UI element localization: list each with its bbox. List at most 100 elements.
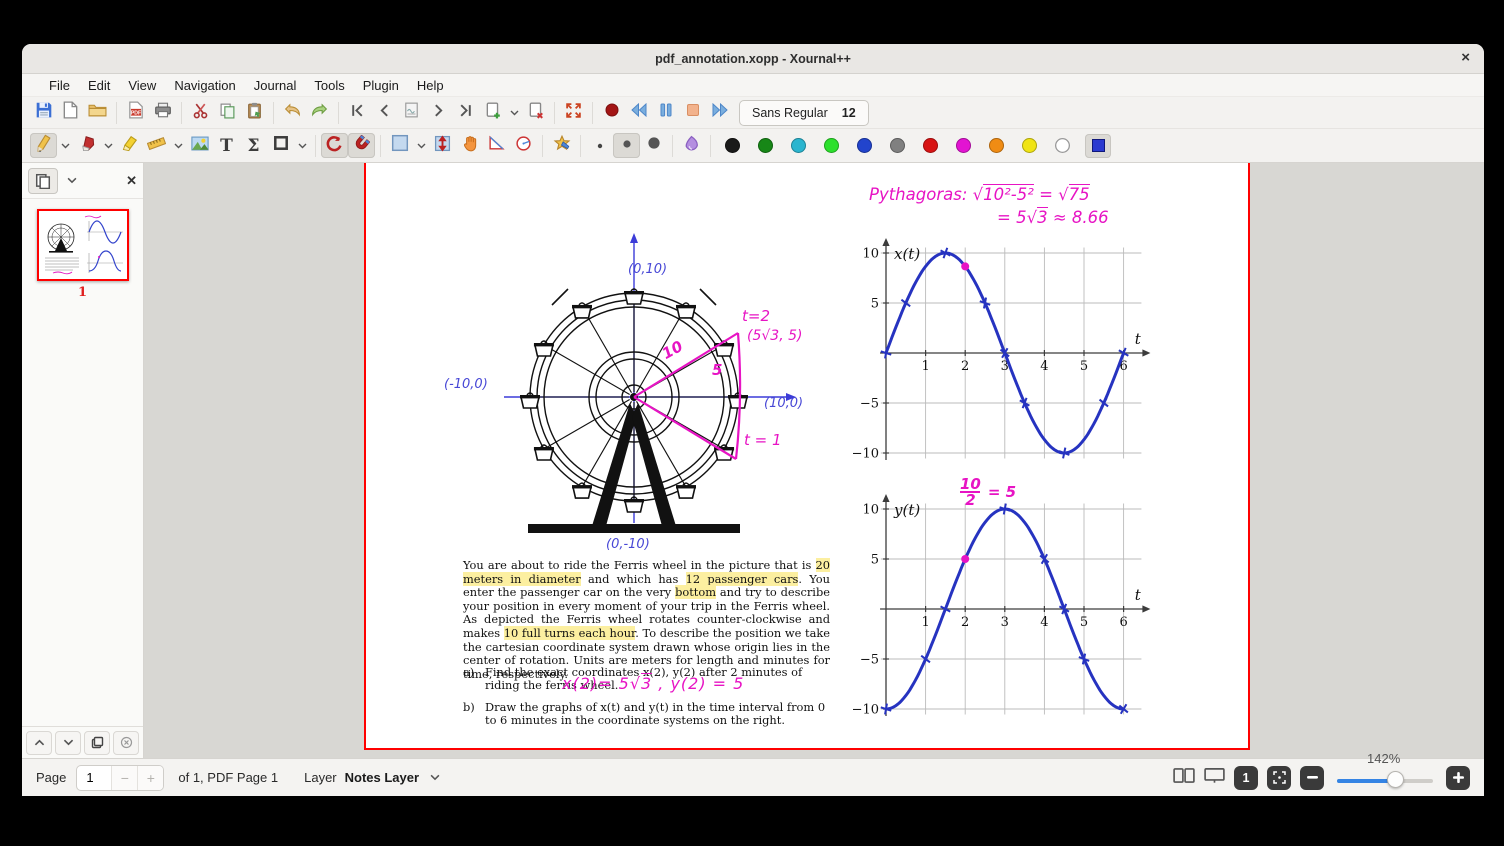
- select-region-dropdown[interactable]: [413, 133, 429, 158]
- sidebar-down-button[interactable]: [55, 730, 81, 755]
- shape-options-dropdown[interactable]: [170, 133, 186, 158]
- stop-button[interactable]: [679, 100, 706, 125]
- sidebar-up-button[interactable]: [26, 730, 52, 755]
- paste-button[interactable]: [241, 100, 268, 125]
- rewind-button[interactable]: [625, 100, 652, 125]
- dual-page-view-button[interactable]: [1173, 767, 1195, 789]
- eraser-options-dropdown[interactable]: [100, 133, 116, 158]
- add-page-dropdown[interactable]: [506, 100, 522, 125]
- presentation-mode-button[interactable]: [1204, 767, 1225, 789]
- select-options-dropdown[interactable]: [294, 133, 310, 158]
- color-lime[interactable]: [824, 138, 839, 153]
- compass-tool-button[interactable]: [510, 133, 537, 158]
- copy-button[interactable]: [214, 100, 241, 125]
- setsquare-tool-button[interactable]: [483, 133, 510, 158]
- undo-button[interactable]: [279, 100, 306, 125]
- color-black[interactable]: [725, 138, 740, 153]
- thickness-thick-button[interactable]: [640, 133, 667, 158]
- delete-page-button[interactable]: [522, 100, 549, 125]
- select-region-button[interactable]: [386, 133, 413, 158]
- fill-tool-button[interactable]: [678, 133, 705, 158]
- page-increment-button[interactable]: +: [137, 765, 164, 790]
- color-orange[interactable]: [989, 138, 1004, 153]
- next-page-button[interactable]: [425, 100, 452, 125]
- pen-tool-button[interactable]: [30, 133, 57, 158]
- cut-button[interactable]: [187, 100, 214, 125]
- zoom-100-button[interactable]: 1: [1234, 765, 1258, 790]
- menu-navigation[interactable]: Navigation: [165, 78, 244, 93]
- sidebar-duplicate-button[interactable]: [84, 730, 110, 755]
- ruler-tool-button[interactable]: [143, 133, 170, 158]
- color-white[interactable]: [1055, 138, 1070, 153]
- document-canvas[interactable]: (0,10) (-10,0) (10,0) (0,-10) t=2 (5√3, …: [144, 163, 1484, 758]
- menu-plugin[interactable]: Plugin: [354, 78, 408, 93]
- pause-button[interactable]: [652, 100, 679, 125]
- first-page-button[interactable]: [344, 100, 371, 125]
- page-thumbnail[interactable]: [36, 209, 129, 281]
- zoom-slider[interactable]: 142%: [1337, 751, 1433, 793]
- export-pdf-button[interactable]: PDF: [122, 100, 149, 125]
- scissors-icon: [192, 102, 209, 124]
- new-document-button[interactable]: [57, 100, 84, 125]
- eraser-tool-button[interactable]: [73, 133, 100, 158]
- image-tool-button[interactable]: [186, 133, 213, 158]
- open-button[interactable]: [84, 100, 111, 125]
- save-button[interactable]: [30, 100, 57, 125]
- page-number-input[interactable]: [77, 770, 112, 785]
- sidebar-delete-button[interactable]: [113, 730, 139, 755]
- goto-page-button[interactable]: [398, 100, 425, 125]
- default-tools-button[interactable]: [548, 133, 575, 158]
- zoom-fit-button[interactable]: [1267, 765, 1291, 790]
- color-blue[interactable]: [857, 138, 872, 153]
- color-chooser-button[interactable]: [1085, 133, 1111, 158]
- add-page-button[interactable]: [479, 100, 506, 125]
- zoom-slider-thumb[interactable]: [1387, 770, 1404, 788]
- window-close-button[interactable]: ×: [1461, 49, 1470, 66]
- menu-journal[interactable]: Journal: [245, 78, 306, 93]
- wheel-annotation-height: 5: [712, 361, 723, 379]
- thickness-medium-button[interactable]: [613, 133, 640, 158]
- previous-page-button[interactable]: [371, 100, 398, 125]
- layer-dropdown-icon[interactable]: [427, 765, 443, 790]
- text-tool-button[interactable]: T: [213, 133, 240, 158]
- font-selector[interactable]: Sans Regular 12: [739, 99, 869, 126]
- color-yellow[interactable]: [1022, 138, 1037, 153]
- menu-file[interactable]: File: [40, 78, 79, 93]
- shape-recognizer-button[interactable]: [321, 133, 348, 158]
- last-page-button[interactable]: [452, 100, 479, 125]
- color-red[interactable]: [923, 138, 938, 153]
- color-gray[interactable]: [890, 138, 905, 153]
- undo-icon: [283, 102, 302, 123]
- pen-options-dropdown[interactable]: [57, 133, 73, 158]
- snapping-button[interactable]: [348, 133, 375, 158]
- redo-button[interactable]: [306, 100, 333, 125]
- menu-help[interactable]: Help: [408, 78, 453, 93]
- sidebar-close-button[interactable]: ✕: [126, 173, 137, 189]
- wheel-annotation-t1: t = 1: [744, 431, 782, 449]
- color-cyan[interactable]: [791, 138, 806, 153]
- color-magenta[interactable]: [956, 138, 971, 153]
- hand-tool-button[interactable]: [456, 133, 483, 158]
- fullscreen-button[interactable]: [560, 100, 587, 125]
- print-button[interactable]: [149, 100, 176, 125]
- forward-button[interactable]: [706, 100, 733, 125]
- tex-tool-button[interactable]: Σ: [240, 133, 267, 158]
- main-toolbar: PDF Sans Regular 12: [22, 97, 1484, 129]
- menu-edit[interactable]: Edit: [79, 78, 119, 93]
- zoom-out-button[interactable]: [1300, 765, 1324, 790]
- sidebar-pages-tab[interactable]: [28, 167, 58, 194]
- menu-tools[interactable]: Tools: [305, 78, 353, 93]
- color-green[interactable]: [758, 138, 773, 153]
- select-rect-tool-button[interactable]: [267, 133, 294, 158]
- fullscreen-icon: [565, 102, 582, 124]
- thickness-fine-button[interactable]: [586, 133, 613, 158]
- vertical-space-button[interactable]: [429, 133, 456, 158]
- record-button[interactable]: [598, 100, 625, 125]
- menu-view[interactable]: View: [119, 78, 165, 93]
- page-decrement-button[interactable]: −: [111, 765, 138, 790]
- highlighter-tool-button[interactable]: [116, 133, 143, 158]
- sidebar-dropdown[interactable]: [64, 168, 80, 193]
- zoom-in-button[interactable]: [1446, 765, 1470, 790]
- pdf-page[interactable]: (0,10) (-10,0) (10,0) (0,-10) t=2 (5√3, …: [364, 163, 1250, 750]
- layer-selector[interactable]: Notes Layer: [345, 770, 419, 785]
